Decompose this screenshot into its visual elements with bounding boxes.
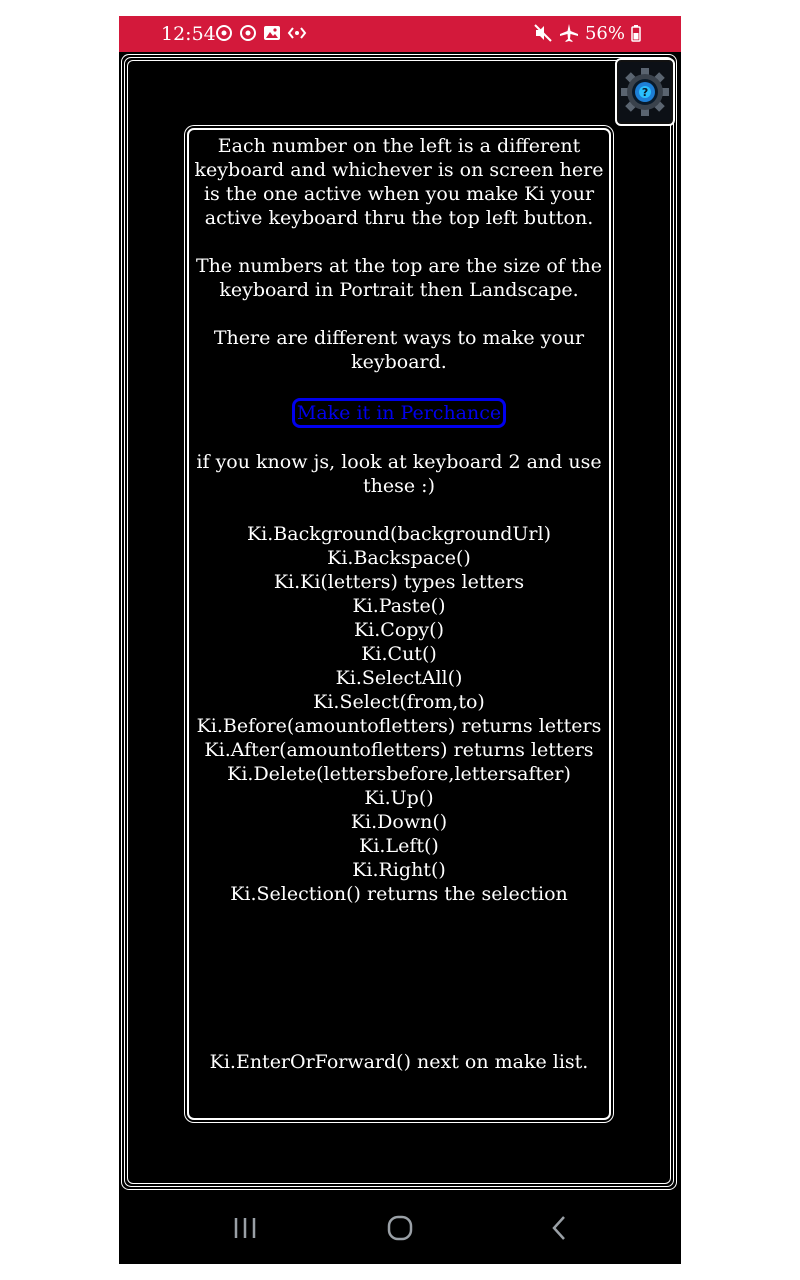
phone-screen: 12:54 56% ? Each number on the left is a… bbox=[119, 16, 681, 1264]
recent-apps-button[interactable] bbox=[215, 1206, 275, 1250]
app-area: ? Each number on the left is a different… bbox=[119, 52, 681, 1192]
info-panel: Each number on the left is a different k… bbox=[187, 128, 611, 1120]
sync-icon bbox=[216, 25, 232, 41]
function-item: Ki.After(amountofletters) returns letter… bbox=[204, 739, 594, 761]
function-item: Ki.Ki(letters) types letters bbox=[273, 571, 525, 593]
next-on-list-text: Ki.EnterOrForward() next on make list. bbox=[209, 1051, 589, 1073]
sync-icon bbox=[240, 25, 256, 41]
gear-icon: ? bbox=[619, 62, 671, 122]
ways-text: There are different ways to make your ke… bbox=[213, 327, 585, 373]
info-content: Each number on the left is a different k… bbox=[193, 134, 605, 1098]
status-notification-icons bbox=[215, 23, 307, 43]
function-list: Ki.Background(backgroundUrl) Ki.Backspac… bbox=[193, 522, 605, 906]
function-item: Ki.Before(amountofletters) returns lette… bbox=[196, 715, 602, 737]
function-item: Ki.Backspace() bbox=[327, 547, 471, 569]
function-item: Ki.Down() bbox=[350, 811, 448, 833]
home-icon bbox=[387, 1215, 413, 1241]
function-item: Ki.Left() bbox=[359, 835, 439, 857]
make-in-perchance-button[interactable]: Make it in Perchance bbox=[291, 398, 507, 428]
battery-icon bbox=[631, 25, 641, 42]
function-item: Ki.Select(from,to) bbox=[313, 691, 485, 713]
svg-text:?: ? bbox=[642, 86, 648, 99]
mute-icon bbox=[534, 24, 552, 42]
airplane-icon bbox=[559, 24, 578, 42]
battery-level: 56% bbox=[584, 23, 625, 44]
js-hint-text: if you know js, look at keyboard 2 and u… bbox=[196, 451, 602, 497]
function-item: Ki.Right() bbox=[352, 859, 446, 881]
function-item: Ki.Selection() returns the selection bbox=[230, 883, 568, 905]
recent-apps-icon bbox=[234, 1218, 256, 1238]
status-system-icons: 56% bbox=[533, 23, 641, 44]
function-item: Ki.Up() bbox=[364, 787, 434, 809]
code-icon bbox=[287, 27, 307, 39]
function-item: Ki.Cut() bbox=[361, 643, 437, 665]
function-item: Ki.Delete(lettersbefore,lettersafter) bbox=[227, 763, 571, 785]
back-button[interactable] bbox=[529, 1206, 589, 1250]
function-item: Ki.Paste() bbox=[352, 595, 446, 617]
function-item: Ki.Copy() bbox=[353, 619, 444, 641]
function-item: Ki.SelectAll() bbox=[335, 667, 463, 689]
settings-button[interactable]: ? bbox=[615, 58, 675, 126]
back-icon bbox=[552, 1216, 565, 1240]
navigation-bar bbox=[119, 1192, 681, 1264]
intro-text: Each number on the left is a different k… bbox=[194, 135, 604, 229]
status-bar: 12:54 56% bbox=[119, 16, 681, 52]
status-time: 12:54 bbox=[161, 23, 216, 45]
image-icon bbox=[264, 26, 280, 40]
size-text: The numbers at the top are the size of t… bbox=[196, 255, 602, 301]
home-button[interactable] bbox=[370, 1206, 430, 1250]
function-item: Ki.Background(backgroundUrl) bbox=[246, 523, 552, 545]
